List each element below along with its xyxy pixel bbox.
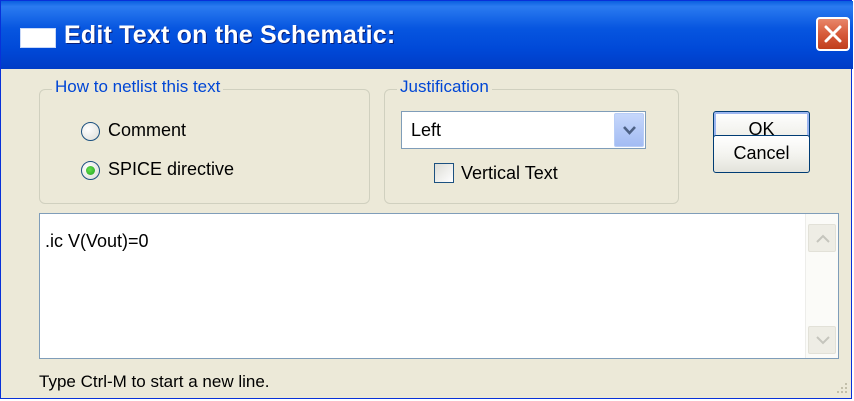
cancel-button[interactable]: Cancel	[713, 135, 810, 173]
chevron-up-icon	[816, 234, 830, 243]
dialog-title: Edit Text on the Schematic:	[64, 21, 396, 49]
edit-text-dialog: Edit Text on the Schematic: How to netli…	[0, 0, 853, 399]
text-editor[interactable]: .ic V(Vout)=0	[39, 213, 839, 359]
scroll-up-button[interactable]	[808, 224, 836, 252]
close-button[interactable]	[816, 17, 850, 51]
vertical-text-label[interactable]: Vertical Text	[461, 163, 558, 184]
netlist-groupbox: How to netlist this text	[39, 77, 370, 204]
spice-directive-radio-label[interactable]: SPICE directive	[108, 159, 234, 180]
dropdown-button[interactable]	[614, 113, 644, 147]
status-hint: Type Ctrl-M to start a new line.	[39, 372, 270, 391]
window-icon	[20, 28, 56, 48]
chevron-down-icon	[623, 126, 636, 135]
scroll-down-button[interactable]	[808, 326, 836, 354]
radio-selected-dot	[86, 166, 95, 175]
title-bar[interactable]: Edit Text on the Schematic:	[1, 1, 853, 69]
comment-radio[interactable]	[81, 122, 100, 141]
justification-select[interactable]: Left	[401, 111, 646, 149]
vertical-scrollbar[interactable]	[805, 214, 838, 358]
vertical-text-checkbox[interactable]	[434, 163, 454, 183]
justification-legend: Justification	[397, 77, 492, 97]
close-icon	[824, 25, 842, 43]
resize-grip-icon[interactable]	[835, 381, 849, 395]
comment-radio-label[interactable]: Comment	[108, 120, 186, 141]
justification-value: Left	[411, 120, 442, 140]
chevron-down-icon	[816, 336, 830, 345]
editor-content[interactable]: .ic V(Vout)=0	[45, 231, 149, 252]
spice-directive-radio[interactable]	[81, 161, 100, 180]
netlist-legend: How to netlist this text	[52, 77, 224, 97]
